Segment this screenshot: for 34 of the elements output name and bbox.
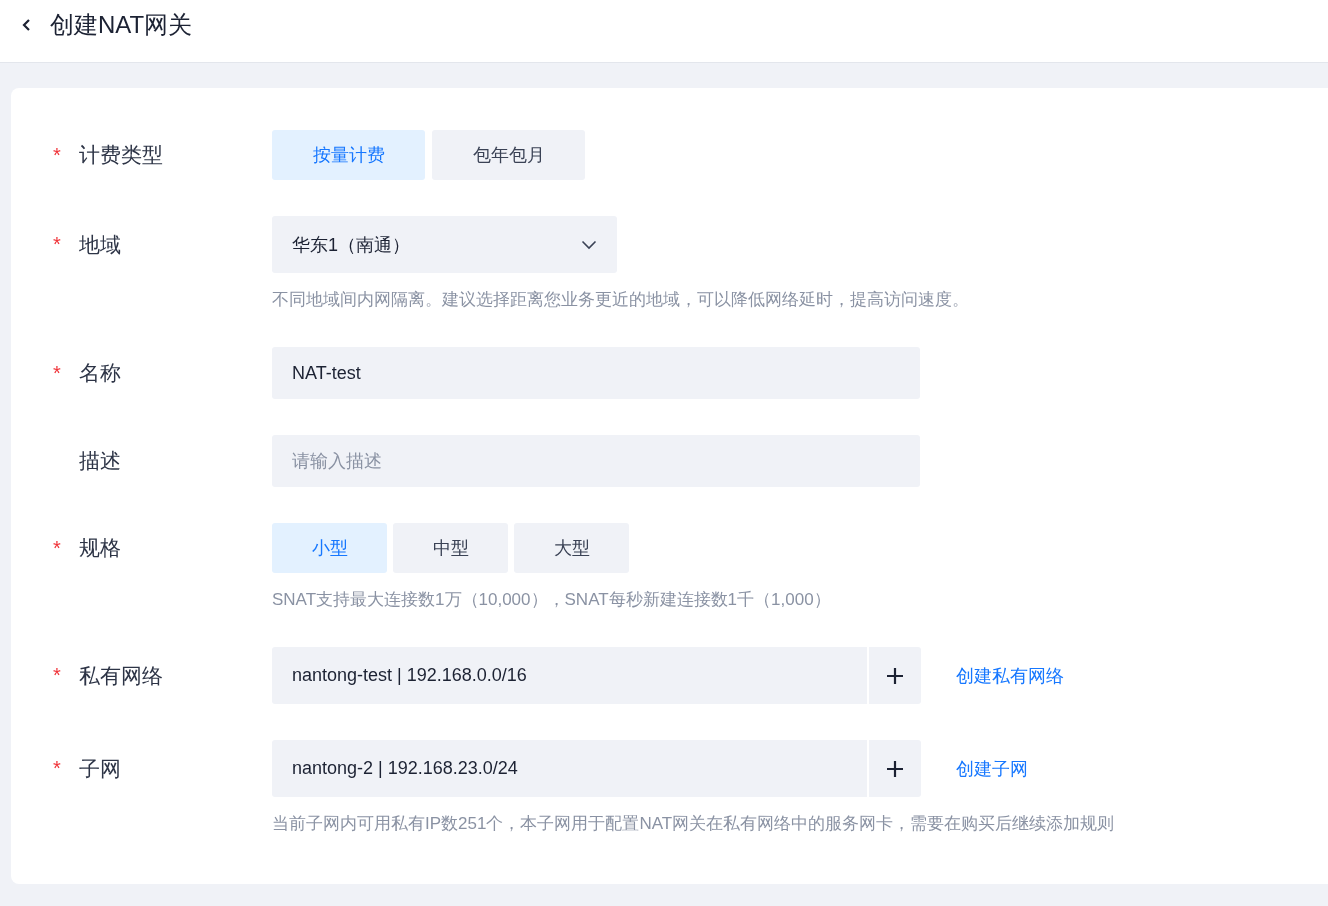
create-link[interactable]: 创建子网 xyxy=(956,756,1028,781)
option-button[interactable]: 包年包月 xyxy=(432,130,585,180)
field-label: 地域 xyxy=(79,231,121,258)
option-button[interactable]: 小型 xyxy=(272,523,387,573)
help-text: 不同地域间内网隔离。建议选择距离您业务更近的地域，可以降低网络延时，提高访问速度。 xyxy=(272,289,970,311)
required-mark: * xyxy=(53,143,62,167)
select-field[interactable]: nantong-test | 192.168.0.0/16 xyxy=(272,647,867,704)
option-button[interactable]: 大型 xyxy=(514,523,629,573)
field-label: 计费类型 xyxy=(79,142,163,168)
plus-icon xyxy=(886,666,904,685)
option-button[interactable]: 中型 xyxy=(393,523,508,573)
option-button[interactable]: 按量计费 xyxy=(272,130,425,180)
page-title: 创建NAT网关 xyxy=(50,10,193,40)
region-select[interactable]: 华东1（南通） xyxy=(272,216,617,273)
help-text: 当前子网内可用私有IP数251个，本子网用于配置NAT网关在私有网络中的服务网卡，需要在购买后继续添加规则 xyxy=(272,813,1116,835)
add-button[interactable] xyxy=(869,740,921,797)
required-mark: * xyxy=(53,664,62,687)
required-mark: * xyxy=(53,536,62,560)
field-label: 私有网络 xyxy=(79,662,163,689)
chevron-down-icon xyxy=(581,239,597,250)
required-mark: * xyxy=(53,361,62,385)
field-label: 名称 xyxy=(79,360,121,386)
field-label: 规格 xyxy=(79,535,121,561)
required-mark: * xyxy=(53,757,62,780)
input-field[interactable]: 请输入描述 xyxy=(272,435,920,487)
field-label: 描述 xyxy=(79,448,121,474)
required-mark: * xyxy=(53,233,62,256)
create-link[interactable]: 创建私有网络 xyxy=(956,663,1064,688)
field-label: 子网 xyxy=(79,755,121,782)
plus-icon xyxy=(886,759,904,778)
select-field[interactable]: nantong-2 | 192.168.23.0/24 xyxy=(272,740,867,797)
input-field[interactable]: NAT-test xyxy=(272,347,920,399)
help-text: SNAT支持最大连接数1万（10,000），SNAT每秒新建连接数1千（1,000） xyxy=(272,589,832,611)
add-button[interactable] xyxy=(869,647,921,704)
